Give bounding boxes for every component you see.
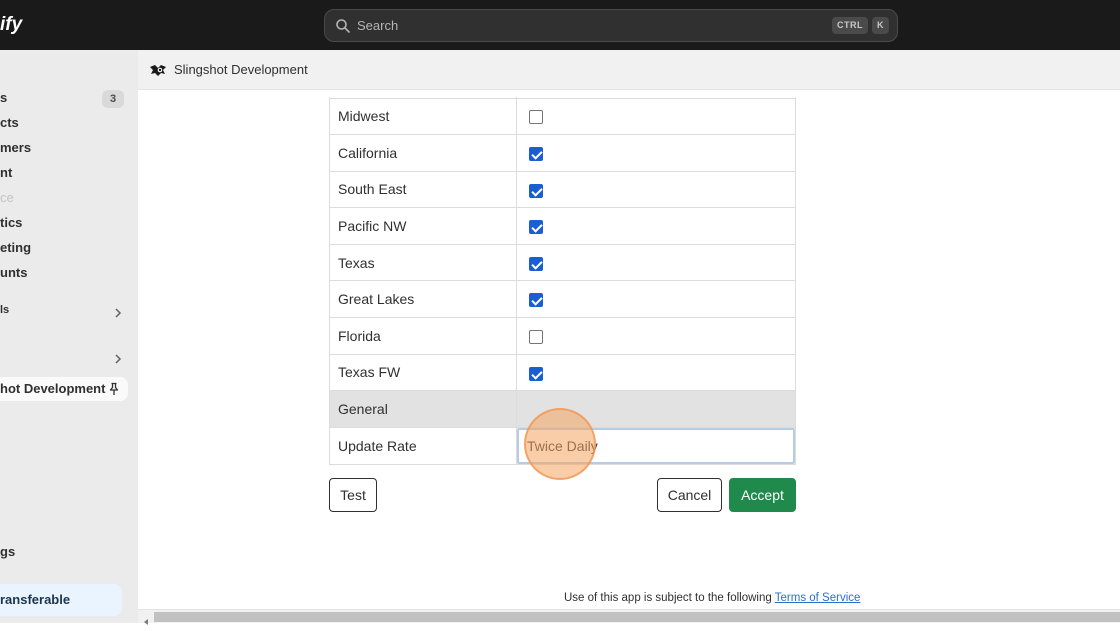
non-transferable-label: ransferable bbox=[0, 592, 71, 607]
update-rate-label: Update Rate bbox=[329, 426, 517, 465]
region-checkbox-great-lakes[interactable] bbox=[529, 293, 543, 308]
search-placeholder: Search bbox=[357, 18, 399, 33]
table-row: Texas bbox=[329, 243, 796, 282]
region-checkbox-florida[interactable] bbox=[529, 330, 543, 344]
footer: Use of this app is subject to the follow… bbox=[564, 592, 860, 604]
region-label: Midwest bbox=[329, 97, 517, 136]
sidebar-item-discounts[interactable]: unts bbox=[0, 262, 27, 284]
sidebar-item-marketing[interactable]: eting bbox=[0, 237, 31, 259]
region-checkbox-south-east[interactable] bbox=[529, 183, 543, 198]
regions-table: Midwest California South East Pacific NW… bbox=[329, 97, 796, 465]
sidebar-item-finance: ce bbox=[0, 190, 14, 205]
search-bar[interactable]: Search CTRL K bbox=[324, 9, 898, 42]
region-label: Texas FW bbox=[329, 353, 517, 392]
top-bar: ify Search CTRL K bbox=[0, 0, 1120, 50]
terms-of-service-link[interactable]: Terms of Service bbox=[775, 592, 861, 604]
app-content: Midwest California South East Pacific NW… bbox=[138, 91, 1120, 609]
shortcut-key-ctrl: CTRL bbox=[832, 17, 868, 34]
region-label: South East bbox=[329, 170, 517, 209]
sidebar: s 3 cts mers nt ce tics eting unts ls ho… bbox=[0, 50, 138, 623]
app-header: Slingshot Development bbox=[138, 50, 1120, 90]
table-row: Great Lakes bbox=[329, 280, 796, 319]
sidebar-section-sales-channels[interactable]: ls bbox=[0, 299, 9, 321]
chevron-right-icon[interactable] bbox=[112, 306, 124, 318]
scrollbar-thumb[interactable] bbox=[154, 612, 1120, 622]
region-checkbox-texas[interactable] bbox=[529, 256, 543, 271]
region-label: Pacific NW bbox=[329, 207, 517, 245]
shortcut-key-k: K bbox=[872, 17, 889, 34]
horizontal-scrollbar[interactable] bbox=[138, 609, 1120, 625]
table-row: Pacific NW bbox=[329, 207, 796, 245]
region-checkbox-pacific-nw[interactable] bbox=[529, 220, 543, 235]
table-row: California bbox=[329, 134, 796, 172]
app-title: Slingshot Development bbox=[174, 62, 308, 77]
sidebar-item-analytics[interactable]: tics bbox=[0, 212, 22, 234]
search-icon bbox=[335, 18, 351, 34]
sidebar-item-content[interactable]: nt bbox=[0, 162, 12, 184]
slingshot-app-icon bbox=[149, 62, 167, 78]
scroll-left-arrow-icon[interactable] bbox=[142, 613, 150, 625]
region-label: California bbox=[329, 134, 517, 172]
region-label: Great Lakes bbox=[329, 280, 517, 319]
test-button[interactable]: Test bbox=[329, 478, 377, 512]
sidebar-item-slingshot-development[interactable]: hot Development bbox=[0, 377, 128, 401]
cancel-button[interactable]: Cancel bbox=[657, 478, 722, 512]
region-checkbox-texas-fw[interactable] bbox=[529, 366, 543, 381]
section-row-general: General bbox=[329, 390, 796, 428]
section-label: General bbox=[329, 390, 517, 428]
orders-count-badge: 3 bbox=[102, 90, 124, 108]
region-label: Florida bbox=[329, 317, 517, 355]
table-row: Florida bbox=[329, 317, 796, 355]
pinned-app-label: hot Development bbox=[0, 381, 106, 396]
table-row: Texas FW bbox=[329, 353, 796, 392]
table-row: South East bbox=[329, 170, 796, 209]
region-checkbox-midwest[interactable] bbox=[529, 110, 543, 125]
update-rate-input[interactable] bbox=[517, 427, 795, 464]
accept-button[interactable]: Accept bbox=[729, 478, 796, 512]
pin-icon[interactable] bbox=[107, 382, 121, 396]
footer-text: Use of this app is subject to the follow… bbox=[564, 592, 772, 604]
table-row: Update Rate bbox=[329, 426, 796, 465]
table-row: Midwest bbox=[329, 97, 796, 136]
non-transferable-banner[interactable]: ransferable bbox=[0, 584, 122, 616]
sidebar-item-products[interactable]: cts bbox=[0, 112, 19, 134]
sidebar-item-orders[interactable]: s bbox=[0, 87, 7, 109]
region-label: Texas bbox=[329, 243, 517, 282]
shopify-logo[interactable]: ify bbox=[0, 12, 22, 38]
sidebar-item-customers[interactable]: mers bbox=[0, 137, 31, 159]
region-checkbox-california[interactable] bbox=[529, 147, 543, 162]
sidebar-item-settings[interactable]: gs bbox=[0, 541, 15, 563]
chevron-right-icon[interactable] bbox=[112, 352, 124, 364]
